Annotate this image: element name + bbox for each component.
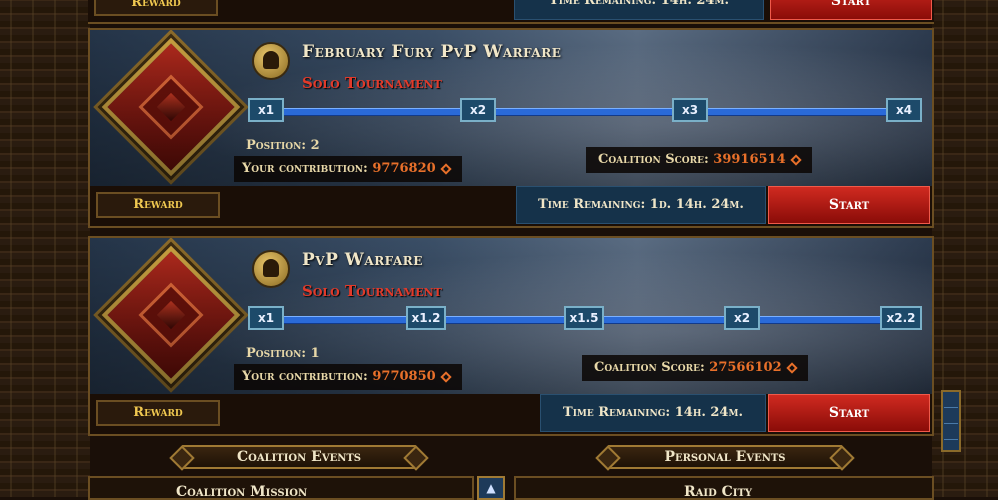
coalition-mission-title: Coalition Mission [176,484,308,500]
multiplier-node: x1.5 [564,306,604,330]
left-border-decoration [0,0,90,497]
multiplier-node: x4 [886,98,922,122]
gem-icon [785,361,798,374]
event-card-february-fury: February Fury PvP Warfare Solo Tournamen… [88,28,934,228]
coalition-events-header: Coalition Events [182,445,416,469]
multiplier-node: x1 [248,98,284,122]
gem-icon [789,153,802,166]
coalition-score-box: Coalition Score: 27566102 [582,355,808,381]
event-diamond-icon [101,245,241,385]
event-diamond-icon [101,37,241,177]
multiplier-node: x1.2 [406,306,446,330]
start-button-previous[interactable]: Start [770,0,932,20]
contribution-label: Your contribution: [242,369,368,384]
event-title: PvP Warfare [302,250,423,270]
coalition-score-label: Coalition Score: [594,360,705,375]
gem-icon [440,162,452,175]
helmet-emblem-icon [252,250,290,288]
start-button[interactable]: Start [768,394,930,432]
position-text: Position: 2 [246,138,320,153]
event-title: February Fury PvP Warfare [302,42,562,62]
raid-city-panel[interactable]: Raid City [514,476,934,500]
contribution-value: 9770850 [372,369,436,384]
reward-button[interactable]: Reward [96,400,220,426]
start-button[interactable]: Start [768,186,930,224]
event-actions: Reward Time Remaining: 1d. 14h. 24m. Sta… [90,186,932,226]
coalition-score-label: Coalition Score: [598,152,709,167]
personal-events-header: Personal Events [608,445,842,469]
event-card-pvp-warfare: PvP Warfare Solo Tournament x1 x1.2 x1.5… [88,236,934,436]
contribution-value: 9776820 [372,161,436,176]
event-banner: February Fury PvP Warfare Solo Tournamen… [90,30,932,186]
gem-icon [440,370,452,383]
multiplier-node: x2 [724,306,760,330]
progress-track [276,108,922,116]
contribution-label: Your contribution: [242,161,368,176]
reward-button[interactable]: Reward [96,192,220,218]
contribution-box: Your contribution: 9770850 [234,364,462,390]
coalition-mission-panel[interactable]: Coalition Mission [88,476,474,500]
helmet-emblem-icon [252,42,290,80]
coalition-score-value: 27566102 [709,360,782,375]
time-remaining-previous: Time Remaining: 14h. 24m. [514,0,764,20]
multiplier-node: x2.2 [880,306,922,330]
contribution-box: Your contribution: 9776820 [234,156,462,182]
position-text: Position: 1 [246,346,320,361]
multiplier-node: x2 [460,98,496,122]
event-banner: PvP Warfare Solo Tournament x1 x1.2 x1.5… [90,238,932,394]
coalition-score-value: 39916514 [713,152,786,167]
event-subtitle: Solo Tournament [302,282,442,300]
scrollbar[interactable] [941,390,961,452]
scroll-up-icon[interactable]: ▲ [477,476,505,500]
coalition-score-box: Coalition Score: 39916514 [586,147,812,173]
previous-event-strip: Reward Time Remaining: 14h. 24m. Start [88,0,934,24]
time-remaining: Time Remaining: 1d. 14h. 24m. [516,186,766,224]
event-subtitle: Solo Tournament [302,74,442,92]
time-remaining: Time Remaining: 14h. 24m. [540,394,766,432]
reward-button-previous[interactable]: Reward [94,0,218,16]
event-actions: Reward Time Remaining: 14h. 24m. Start [90,394,932,434]
multiplier-node: x1 [248,306,284,330]
multiplier-node: x3 [672,98,708,122]
raid-city-title: Raid City [684,484,753,500]
